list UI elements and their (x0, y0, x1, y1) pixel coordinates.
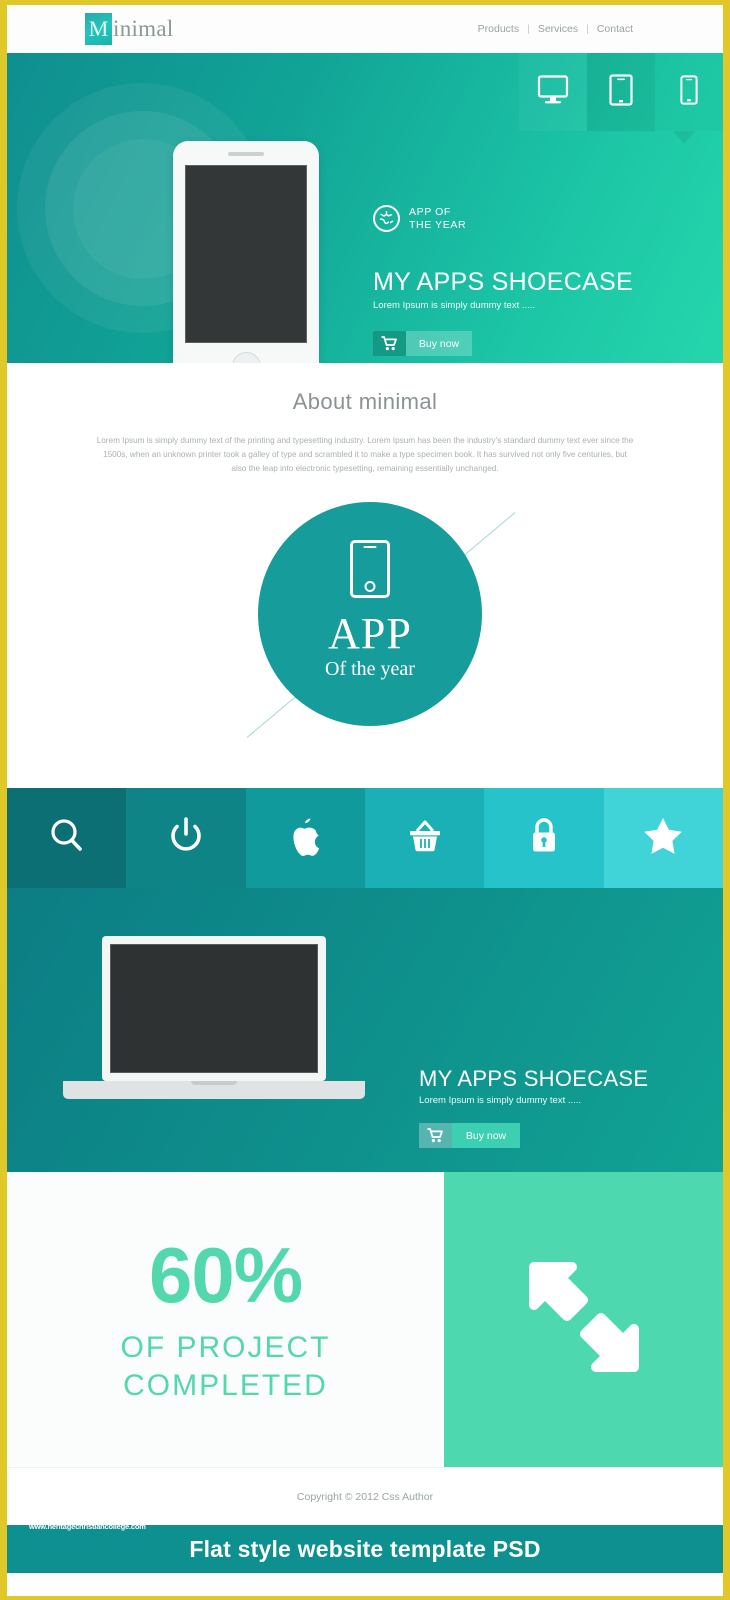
about-section: About minimal Lorem Ipsum is simply dumm… (7, 363, 723, 788)
phone-home-button (231, 352, 261, 363)
power-icon (167, 816, 205, 861)
stats-section: 60% OF PROJECT COMPLETED (7, 1172, 723, 1467)
cart-icon (373, 331, 406, 356)
copyright-text: Copyright © 2012 Css Author (296, 1490, 434, 1503)
footer: Copyright © 2012 Css Author www.heritage… (7, 1467, 723, 1531)
icon-cell-star[interactable] (603, 788, 723, 888)
expand-panel[interactable] (444, 1172, 723, 1467)
laptop-section: MY APPS SHOECASE Lorem Ipsum is simply d… (7, 888, 723, 1172)
app-badge-wrapper: APP Of the year (7, 502, 723, 747)
cart-icon (419, 1123, 452, 1148)
icon-cell-power[interactable] (126, 788, 246, 888)
icon-cell-apple[interactable] (245, 788, 365, 888)
tablet-icon (609, 73, 633, 111)
icon-cell-search[interactable] (7, 788, 127, 888)
globe-icon (373, 205, 400, 232)
desktop-icon (537, 74, 569, 110)
laptop-buy-now-label: Buy now (452, 1123, 520, 1148)
badge-title: APP (328, 609, 412, 658)
badge-subtitle: Of the year (325, 658, 415, 680)
watermark-text: www.heritagechristiancollege.com (29, 1522, 146, 1531)
bottom-banner: Flat style website template PSD (7, 1525, 723, 1573)
phone-screen (185, 165, 307, 343)
basket-icon (405, 817, 445, 860)
laptop-illustration (63, 936, 365, 1099)
device-tab-desktop[interactable] (519, 53, 587, 131)
site-logo[interactable]: M inimal (85, 13, 174, 45)
laptop-screen (110, 944, 318, 1073)
search-icon (47, 816, 87, 861)
hero-title: MY APPS SHOECASE (373, 268, 633, 296)
main-nav: Products | Services | Contact (470, 23, 641, 35)
logo-initial-badge: M (85, 13, 112, 45)
laptop-base (63, 1081, 365, 1099)
laptop-title: MY APPS SHOECASE (419, 1066, 649, 1091)
device-tab-group (519, 53, 723, 131)
logo-wordmark: inimal (113, 16, 174, 41)
about-paragraph: Lorem Ipsum is simply dummy text of the … (96, 436, 634, 473)
laptop-lid (102, 936, 326, 1081)
nav-item-contact[interactable]: Contact (589, 23, 641, 35)
banner-text: Flat style website template PSD (189, 1535, 541, 1562)
page-root: M inimal Products | Services | Contact A… (0, 0, 730, 1600)
hero-buy-now-button[interactable]: Buy now (373, 331, 472, 356)
nav-item-services[interactable]: Services (530, 23, 586, 35)
app-of-the-year-text: APP OF THE YEAR (409, 206, 466, 232)
mobile-phone-icon (350, 540, 390, 598)
expand-arrows-icon (514, 1247, 654, 1392)
progress-percent: 60% (148, 1231, 303, 1319)
device-tab-mobile[interactable] (655, 53, 723, 131)
about-heading: About minimal (292, 389, 438, 414)
nav-item-products[interactable]: Products (470, 23, 527, 35)
progress-label-line1: OF PROJECT (120, 1331, 331, 1364)
progress-label-line2: COMPLETED (123, 1369, 328, 1402)
phone-speaker (228, 152, 264, 156)
app-of-the-year-badge: APP OF THE YEAR (373, 205, 633, 232)
progress-stat: 60% OF PROJECT COMPLETED (7, 1172, 444, 1467)
hero-copy: APP OF THE YEAR MY APPS SHOECASE Lorem I… (373, 205, 633, 356)
device-tab-pointer (673, 131, 695, 144)
hero-subtitle: Lorem Ipsum is simply dummy text ..... (373, 300, 536, 311)
laptop-buy-now-button[interactable]: Buy now (419, 1123, 520, 1148)
hero-buy-now-label: Buy now (406, 331, 472, 356)
hero-phone-illustration (173, 141, 319, 363)
icon-cell-basket[interactable] (364, 788, 485, 888)
badge-line-1: APP OF (409, 205, 451, 218)
app-of-the-year-circle: APP Of the year (258, 502, 482, 726)
lock-icon (527, 815, 561, 862)
apple-icon (288, 816, 322, 861)
icon-cell-lock[interactable] (484, 788, 604, 888)
top-navigation-bar: M inimal Products | Services | Contact (7, 5, 723, 53)
star-icon (641, 815, 685, 862)
device-tab-tablet[interactable] (587, 53, 655, 131)
mobile-icon (680, 74, 698, 110)
laptop-copy: MY APPS SHOECASE Lorem Ipsum is simply d… (419, 1066, 648, 1148)
icon-strip (7, 788, 723, 888)
badge-line-2: THE YEAR (409, 218, 467, 231)
laptop-subtitle: Lorem Ipsum is simply dummy text ..... (419, 1095, 582, 1106)
hero-section: APP OF THE YEAR MY APPS SHOECASE Lorem I… (7, 53, 723, 363)
